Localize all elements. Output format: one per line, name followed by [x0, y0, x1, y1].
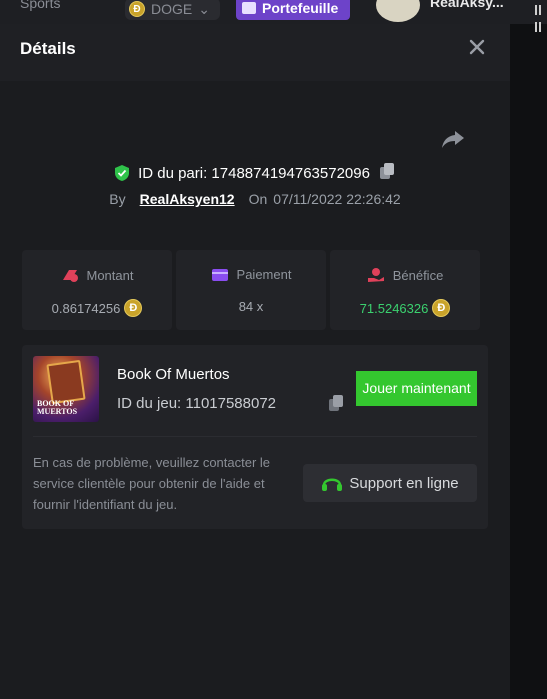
stat-payout-card: Paiement 84 x	[176, 250, 326, 330]
stat-payout-value: 84 x	[238, 299, 264, 314]
stat-profit-value: 71.5246326	[359, 300, 429, 316]
headset-icon	[322, 478, 343, 491]
online-support-label: Support en ligne	[349, 474, 459, 492]
bettor-username-link[interactable]: RealAksyen12	[140, 191, 235, 207]
share-icon	[442, 131, 464, 148]
divider	[33, 436, 477, 437]
bet-stats: Montant 0.86174256 Đ Paiement 84 x Bénéf…	[22, 250, 480, 330]
bet-meta-row: By RealAksyen12 On 07/11/2022 22:26:42	[0, 191, 510, 207]
doge-coin-icon: Đ	[129, 1, 145, 17]
play-now-button[interactable]: Jouer maintenant	[356, 371, 477, 406]
game-id: ID du jeu: 11017588072	[117, 395, 277, 412]
wallet-icon	[242, 2, 256, 14]
stat-profit-label: Bénéfice	[392, 267, 444, 283]
stat-amount-card: Montant 0.86174256 Đ	[22, 250, 172, 330]
nav-sports-link[interactable]: Sports	[20, 0, 60, 19]
modal-header: Détails	[0, 24, 510, 81]
scrollbar-edge[interactable]	[533, 0, 547, 44]
stat-profit-card: Bénéfice 71.5246326 Đ	[330, 250, 480, 330]
bet-details-modal: Détails ID du pari: 1748874194763572096 …	[0, 24, 510, 699]
amount-icon	[62, 270, 78, 282]
on-label: On	[248, 191, 268, 207]
scroll-handle-icon	[535, 5, 541, 32]
by-label: By	[109, 191, 126, 207]
top-navigation-bar: Sports Đ DOGE ⌄ Portefeuille RealAksy...	[0, 0, 547, 24]
user-avatar[interactable]	[376, 0, 420, 22]
game-name: Book Of Muertos	[117, 366, 230, 383]
stat-amount-value: 0.86174256	[51, 300, 121, 316]
doge-coin-icon: Đ	[124, 299, 143, 317]
stat-payout-label: Paiement	[236, 267, 292, 282]
copy-icon	[379, 163, 394, 179]
share-button[interactable]	[441, 129, 465, 149]
chevron-down-icon: ⌄	[198, 0, 210, 17]
copy-icon	[329, 395, 343, 411]
currency-selector[interactable]: Đ DOGE ⌄	[125, 0, 220, 20]
close-button[interactable]	[466, 36, 490, 60]
verified-shield-icon	[115, 165, 130, 181]
game-card: BOOK OF MUERTOS Book Of Muertos ID du je…	[22, 345, 488, 529]
game-thumbnail-title: BOOK OF MUERTOS	[37, 399, 78, 416]
copy-bet-id-button[interactable]	[378, 162, 396, 184]
bet-date: 07/11/2022 22:26:42	[273, 191, 401, 207]
modal-title: Détails	[20, 39, 76, 58]
page-background-strip	[510, 24, 547, 699]
book-artwork	[46, 359, 86, 405]
username-link[interactable]: RealAksy...	[430, 0, 504, 18]
payment-card-icon	[211, 268, 228, 281]
nav-sports-label: Sports	[20, 0, 61, 11]
copy-game-id-button[interactable]	[327, 394, 345, 417]
profit-hand-icon	[367, 268, 384, 282]
bet-id-text: ID du pari: 1748874194763572096	[138, 164, 370, 182]
game-thumbnail[interactable]: BOOK OF MUERTOS	[33, 356, 99, 422]
support-help-text: En cas de problème, veuillez contacter l…	[33, 455, 271, 512]
close-icon	[469, 39, 485, 55]
currency-label: DOGE	[151, 1, 193, 17]
doge-coin-icon: Đ	[432, 299, 451, 317]
online-support-button[interactable]: Support en ligne	[303, 464, 477, 502]
wallet-button[interactable]: Portefeuille	[236, 0, 351, 20]
stat-amount-label: Montant	[86, 267, 134, 283]
bet-id-row: ID du pari: 1748874194763572096	[0, 162, 510, 184]
wallet-label: Portefeuille	[262, 0, 339, 16]
